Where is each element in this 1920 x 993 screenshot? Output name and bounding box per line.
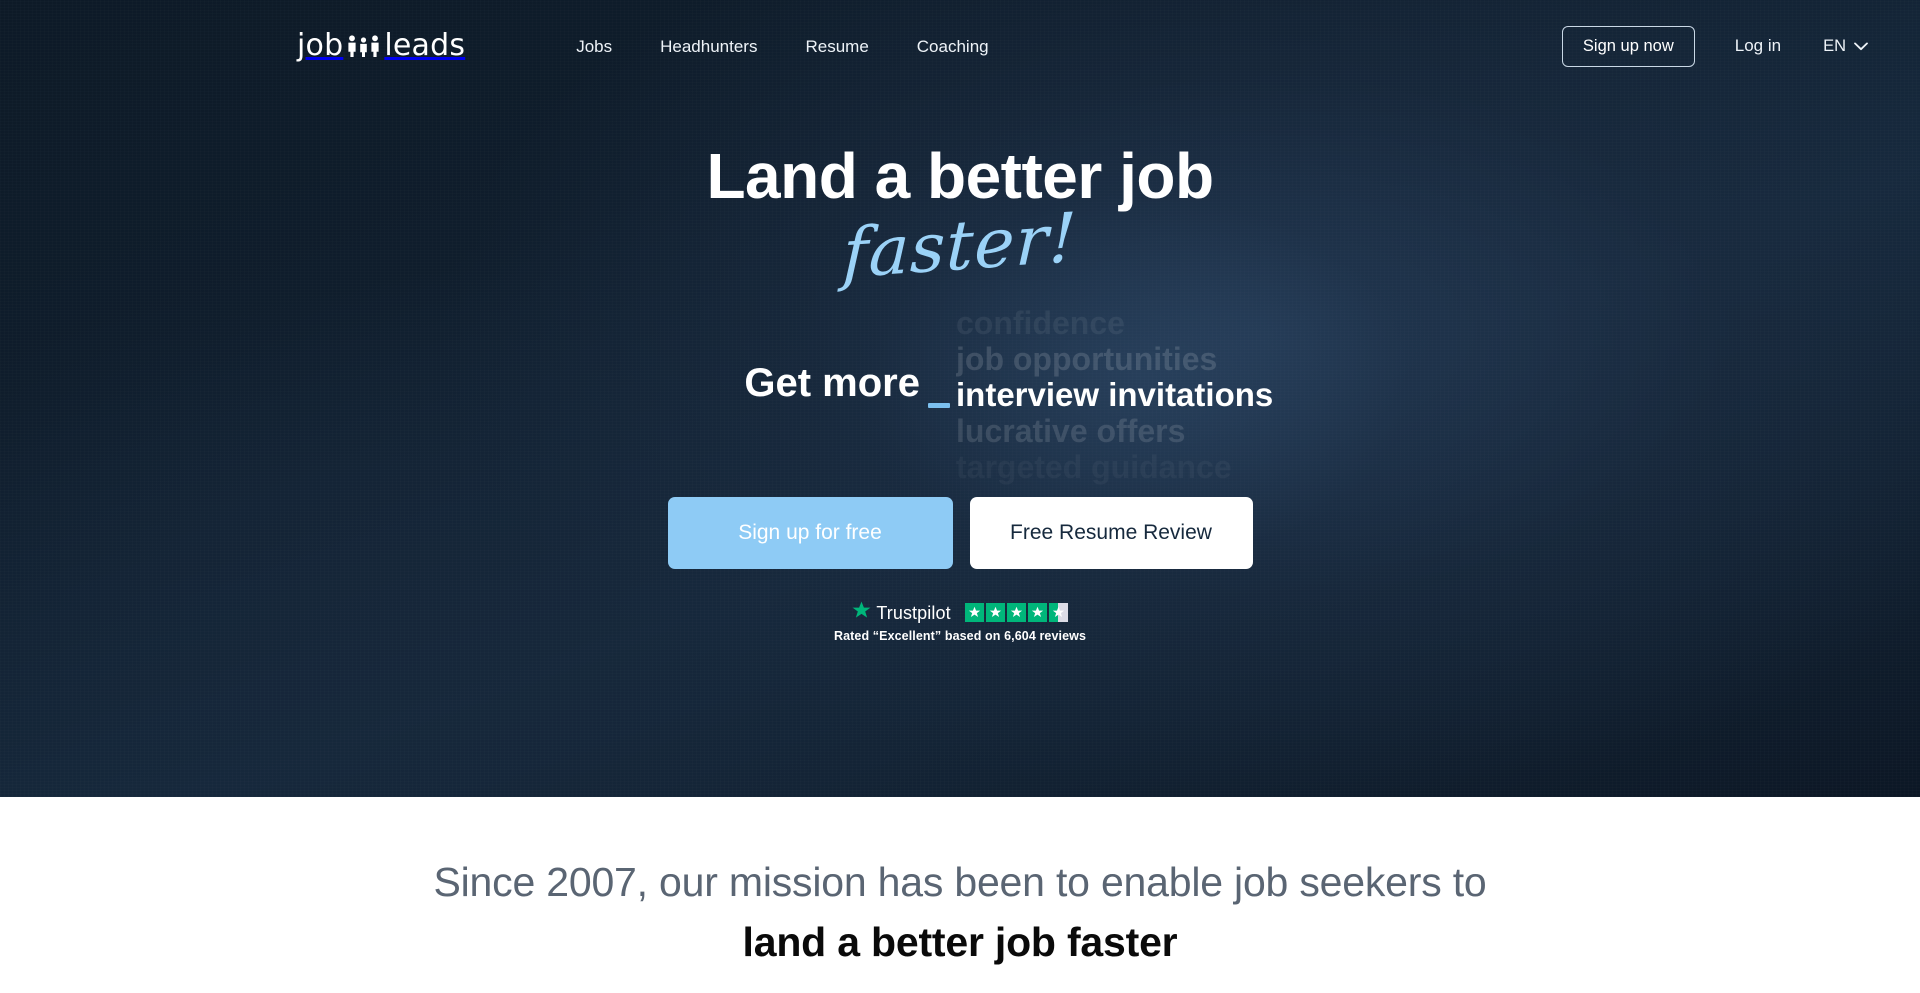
free-resume-review-button[interactable]: Free Resume Review <box>969 496 1253 569</box>
star-icon-filled <box>1027 603 1047 623</box>
language-selector[interactable]: EN <box>1815 27 1876 66</box>
mission-section: Since 2007, our mission has been to enab… <box>0 797 1920 993</box>
star-icon <box>852 601 871 625</box>
site-header: job leads Jobs Headhunters Resume Coachi… <box>0 0 1920 92</box>
trustpilot-stars <box>964 603 1068 623</box>
main-navigation: Jobs Headhunters Resume Coaching <box>552 29 1012 64</box>
hero-headline: Land a better job faster! <box>0 143 1920 294</box>
claim-rotating-list: confidence job opportunities interview i… <box>956 305 1496 485</box>
hero-cta-row: Sign up for free Free Resume Review <box>0 496 1920 569</box>
trustpilot-caption: Rated “Excellent” based on 6,604 reviews <box>833 628 1087 643</box>
nav-item-resume[interactable]: Resume <box>781 29 892 64</box>
trustpilot-rating[interactable]: Trustpilot Rated “Excellent” based on 6,… <box>0 601 1920 643</box>
logo-word-left: job <box>297 28 344 63</box>
nav-item-headhunters[interactable]: Headhunters <box>636 29 781 64</box>
nav-item-coaching[interactable]: Coaching <box>893 29 1013 64</box>
trustpilot-brand-label: Trustpilot <box>876 602 951 623</box>
claim-item: job opportunities <box>956 340 1218 377</box>
hero-section: job leads Jobs Headhunters Resume Coachi… <box>0 0 1920 797</box>
site-logo[interactable]: job leads <box>297 31 465 61</box>
trustpilot-row: Trustpilot <box>852 601 1068 625</box>
star-icon-half <box>1048 603 1068 623</box>
trustpilot-brand: Trustpilot <box>852 601 951 625</box>
claim-static-text: Get more <box>744 360 920 405</box>
star-icon-filled <box>964 603 984 623</box>
claim-item: lucrative offers <box>956 412 1186 449</box>
signup-for-free-button[interactable]: Sign up for free <box>667 496 953 569</box>
star-icon-filled <box>1006 603 1026 623</box>
hero-content: Land a better job faster! Get more confi… <box>0 143 1920 643</box>
mission-headline-line1: Since 2007, our mission has been to enab… <box>433 859 1487 905</box>
star-icon-filled <box>985 603 1005 623</box>
header-actions: Sign up now Log in EN <box>1561 25 1876 67</box>
claim-item: targeted guidance <box>956 449 1496 485</box>
language-selector-label: EN <box>1823 36 1846 55</box>
logo-word-right: leads <box>384 28 466 63</box>
claim-item: confidence <box>956 304 1125 341</box>
mission-headline-line2: land a better job faster <box>742 919 1178 966</box>
rotating-claim: Get more confidence job opportunities in… <box>0 305 1920 485</box>
three-people-icon <box>343 34 384 58</box>
typing-caret-icon <box>928 402 950 408</box>
claim-item-active: interview invitations <box>956 375 1274 413</box>
chevron-down-icon <box>1854 37 1868 56</box>
login-link[interactable]: Log in <box>1717 26 1799 66</box>
nav-item-jobs[interactable]: Jobs <box>552 29 636 64</box>
signup-now-button[interactable]: Sign up now <box>1561 25 1695 67</box>
